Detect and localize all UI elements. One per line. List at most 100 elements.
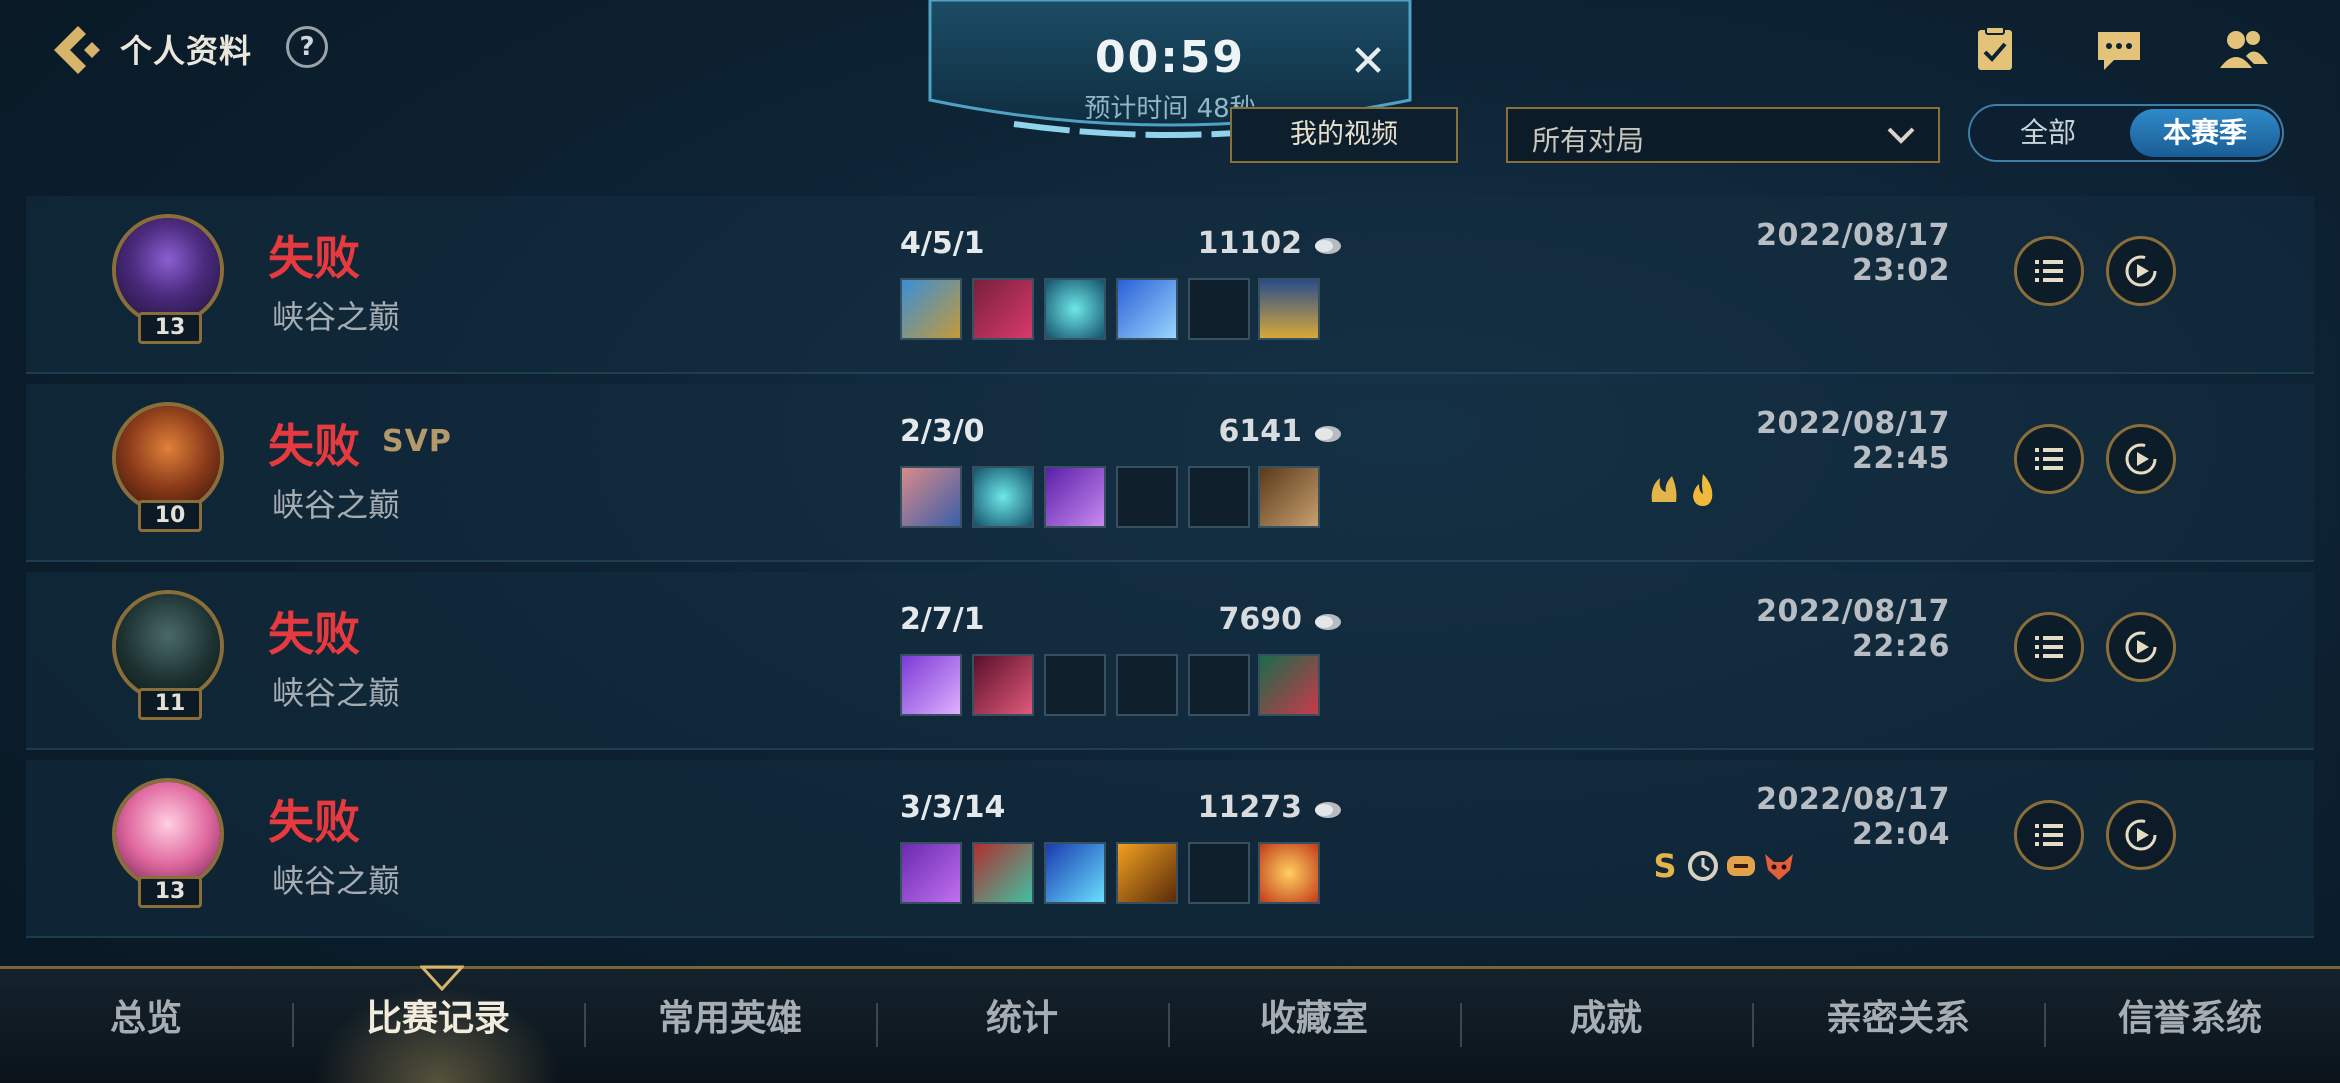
match-row[interactable]: 13 失败 峡谷之巅 4/5/1 11102 2022/08/17 23:02	[26, 196, 2314, 374]
gold-coin-icon	[1315, 238, 1341, 254]
tab-statistics[interactable]: 统计	[876, 969, 1168, 1083]
toggle-current-season-button[interactable]: 本赛季	[2130, 109, 2280, 157]
champion-level-badge: 13	[138, 312, 202, 344]
match-replay-button[interactable]	[2106, 236, 2176, 306]
friends-icon[interactable]	[2216, 26, 2270, 74]
double-kill-badge-icon	[1651, 476, 1677, 502]
champion-level-badge: 11	[138, 688, 202, 720]
list-icon	[2035, 448, 2063, 470]
svp-badge: SVP	[382, 424, 452, 459]
item-slot	[900, 654, 962, 716]
tab-achievements[interactable]: 成就	[1460, 969, 1752, 1083]
season-toggle: 全部 本赛季	[1968, 104, 2284, 162]
match-type-selected: 所有对局	[1532, 124, 1645, 157]
trinket-slot	[1258, 654, 1320, 716]
queue-elapsed-time: 00:59	[1094, 32, 1246, 83]
tab-honor-system[interactable]: 信誉系统	[2044, 969, 2336, 1083]
chevron-down-icon	[1887, 127, 1915, 144]
replay-icon	[2125, 255, 2157, 287]
item-slot	[1116, 842, 1178, 904]
item-slots	[900, 654, 1250, 716]
item-slot	[972, 842, 1034, 904]
game-mode: 峡谷之巅	[272, 298, 401, 336]
match-date: 2022/08/17 22:45	[1756, 406, 1950, 476]
champion-level-badge: 13	[138, 876, 202, 908]
champion-avatar	[112, 402, 224, 514]
match-row[interactable]: 13 失败 峡谷之巅 3/3/14 11273 2022/08/17 22:04…	[26, 760, 2314, 938]
list-icon	[2035, 260, 2063, 282]
match-replay-button[interactable]	[2106, 424, 2176, 494]
achievement-badges: S	[1648, 848, 1796, 884]
item-slot-empty	[1188, 466, 1250, 528]
item-slot	[1044, 466, 1106, 528]
item-slot-empty	[1044, 654, 1106, 716]
match-row[interactable]: 10 失败 SVP 峡谷之巅 2/3/0 6141 2022/08/17 22:…	[26, 384, 2314, 562]
item-slot	[900, 278, 962, 340]
top-right-toolbar	[1968, 26, 2270, 74]
toggle-all-button[interactable]: 全部	[1970, 106, 2126, 160]
match-details-button[interactable]	[2014, 424, 2084, 494]
match-type-dropdown[interactable]: 所有对局	[1506, 107, 1940, 163]
match-result: 失败	[268, 231, 360, 285]
flame-badge-icon	[1693, 474, 1713, 506]
item-slot	[972, 278, 1034, 340]
item-slot	[1044, 842, 1106, 904]
item-slot-empty	[1188, 654, 1250, 716]
gold-coin-icon	[1315, 614, 1341, 630]
match-date: 2022/08/17 22:26	[1756, 594, 1950, 664]
tab-relationships[interactable]: 亲密关系	[1752, 969, 2044, 1083]
match-date: 2022/08/17 23:02	[1756, 218, 1950, 288]
match-replay-button[interactable]	[2106, 612, 2176, 682]
item-slot-empty	[1116, 654, 1178, 716]
my-videos-button[interactable]: 我的视频	[1230, 107, 1458, 163]
replay-icon	[2125, 819, 2157, 851]
gold-amount: 11273	[1197, 790, 1302, 825]
game-mode: 峡谷之巅	[272, 862, 401, 900]
kda: 3/3/14	[900, 790, 1006, 825]
back-arrow-icon[interactable]	[48, 22, 104, 78]
kda: 4/5/1	[900, 226, 985, 261]
clock-badge-icon	[1688, 851, 1718, 881]
page-title: 个人资料	[120, 32, 253, 70]
item-slots	[900, 842, 1250, 904]
task-list-icon[interactable]	[1968, 26, 2022, 74]
champion-avatar	[112, 214, 224, 326]
replay-icon	[2125, 443, 2157, 475]
item-slot	[972, 654, 1034, 716]
game-mode: 峡谷之巅	[272, 674, 401, 712]
match-details-button[interactable]	[2014, 236, 2084, 306]
match-date: 2022/08/17 22:04	[1756, 782, 1950, 852]
item-slot	[900, 842, 962, 904]
chat-icon[interactable]	[2092, 26, 2146, 74]
queue-close-icon[interactable]: ✕	[1346, 40, 1390, 84]
item-slot	[1116, 278, 1178, 340]
item-slot	[1044, 278, 1106, 340]
tab-match-history[interactable]: 比赛记录	[292, 969, 584, 1083]
game-mode: 峡谷之巅	[272, 486, 401, 524]
match-details-button[interactable]	[2014, 800, 2084, 870]
list-icon	[2035, 824, 2063, 846]
help-icon[interactable]: ?	[286, 26, 328, 68]
item-slot-empty	[1116, 466, 1178, 528]
match-details-button[interactable]	[2014, 612, 2084, 682]
gold-amount: 7690	[1218, 602, 1303, 637]
item-slots	[900, 278, 1250, 340]
item-slot	[900, 466, 962, 528]
item-slot	[972, 466, 1034, 528]
demon-badge-icon	[1765, 854, 1793, 880]
tab-overview[interactable]: 总览	[0, 969, 292, 1083]
champion-avatar	[112, 778, 224, 890]
trinket-slot	[1258, 466, 1320, 528]
replay-icon	[2125, 631, 2157, 663]
chain-badge-icon	[1727, 856, 1755, 876]
match-row[interactable]: 11 失败 峡谷之巅 2/7/1 7690 2022/08/17 22:26	[26, 572, 2314, 750]
trinket-slot	[1258, 278, 1320, 340]
tab-collection[interactable]: 收藏室	[1168, 969, 1460, 1083]
item-slot-empty	[1188, 278, 1250, 340]
champion-level-badge: 10	[138, 500, 202, 532]
item-slots	[900, 466, 1250, 528]
match-replay-button[interactable]	[2106, 800, 2176, 870]
tab-common-champions[interactable]: 常用英雄	[584, 969, 876, 1083]
kda: 2/3/0	[900, 414, 985, 449]
match-result: 失败	[268, 419, 360, 473]
